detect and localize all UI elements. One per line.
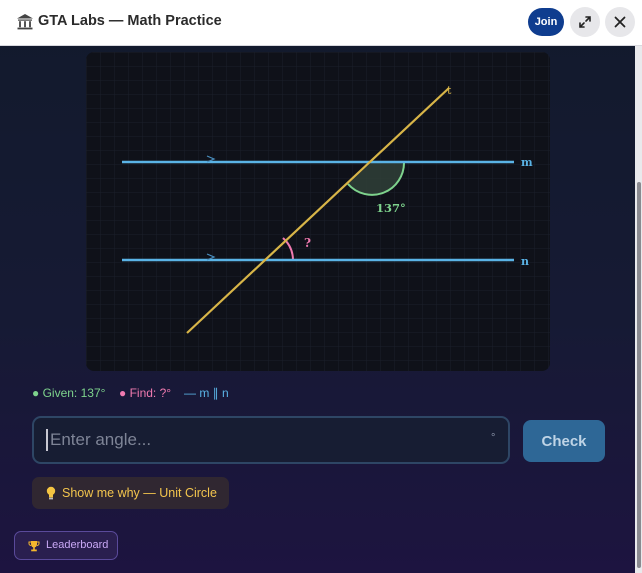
bank-icon [17, 14, 33, 30]
angle-diagram: t m n 137° ? [86, 52, 550, 371]
line-n-label: n [521, 255, 529, 268]
angle-input[interactable] [46, 429, 470, 451]
line-m-label: m [521, 156, 533, 169]
leaderboard-button[interactable]: Leaderboard [14, 531, 118, 560]
scrollbar-thumb[interactable] [637, 182, 641, 568]
angle-input-box[interactable]: ° [32, 416, 510, 464]
trophy-icon [28, 541, 40, 552]
legend-find: ● Find: ?° [119, 386, 172, 400]
title-bar: GTA Labs — Math Practice Join [0, 0, 642, 46]
close-icon [614, 16, 626, 28]
legend-parallel: — m ∥ n [184, 386, 229, 400]
diagram-svg: t m n 137° ? [86, 52, 550, 371]
transversal-label: t [447, 84, 452, 97]
expand-button[interactable] [570, 7, 600, 37]
show-why-button[interactable]: Show me why — Unit Circle [32, 477, 229, 509]
unknown-angle-label: ? [304, 236, 311, 250]
lightbulb-icon [46, 486, 56, 500]
given-angle-label: 137° [376, 201, 406, 215]
app-title: GTA Labs — Math Practice [38, 13, 222, 29]
join-button[interactable]: Join [528, 8, 564, 36]
legend-given: ● Given: 137° [32, 386, 106, 400]
degree-suffix: ° [491, 432, 496, 444]
check-button[interactable]: Check [523, 420, 605, 462]
leaderboard-label: Leaderboard [46, 539, 109, 551]
expand-icon [579, 16, 591, 28]
close-button[interactable] [605, 7, 635, 37]
show-why-label: Show me why — Unit Circle [62, 486, 217, 500]
